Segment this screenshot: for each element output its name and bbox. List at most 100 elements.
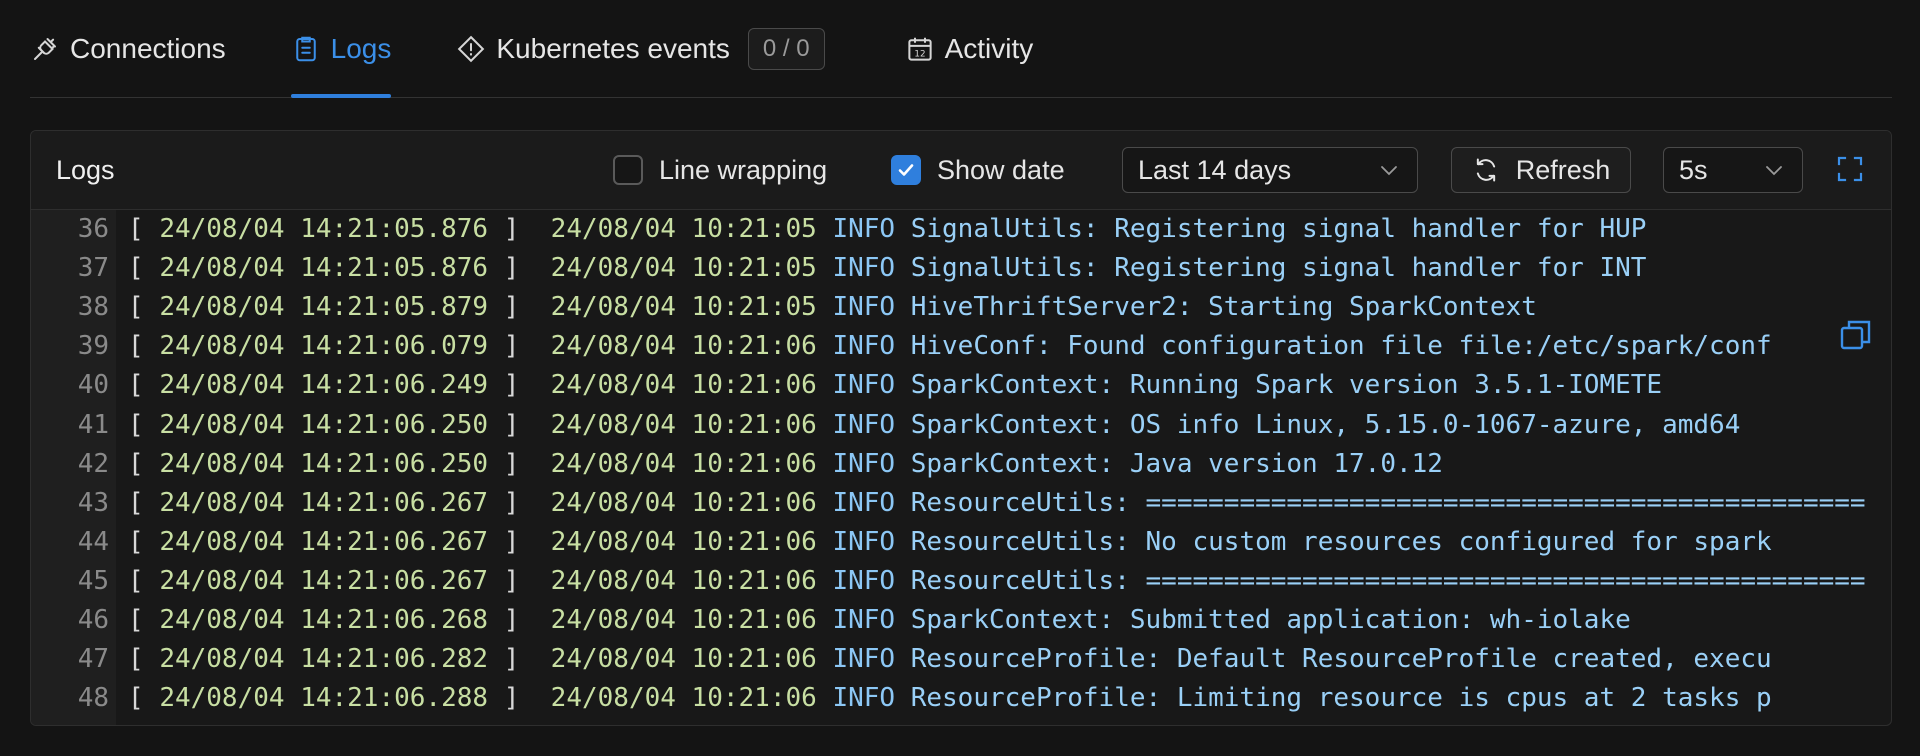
- tab-logs-label: Logs: [330, 32, 392, 64]
- log-source-time: 24/08/04 10:21:06: [550, 487, 817, 518]
- log-source-time: 24/08/04 10:21:05: [550, 214, 817, 244]
- bracket-open: [: [128, 487, 160, 518]
- log-source-time: 24/08/04 10:21:05: [550, 292, 817, 323]
- log-message: SignalUtils: Registering signal handler …: [910, 253, 1647, 284]
- tab-kubernetes-events[interactable]: Kubernetes events 0 / 0: [456, 0, 825, 97]
- log-line: 42 [ 24/08/04 14:21:06.250 ] 24/08/04 10:…: [31, 445, 1891, 484]
- bracket-close: ]: [488, 214, 551, 244]
- log-line: 38 [ 24/08/04 14:21:05.879 ] 24/08/04 10:…: [31, 288, 1891, 327]
- bracket-close: ]: [488, 409, 551, 440]
- bracket-close: ]: [488, 565, 551, 596]
- date-range-select[interactable]: Last 14 days: [1122, 147, 1418, 193]
- log-message: ResourceUtils: =========================…: [910, 565, 1866, 596]
- refresh-label: Refresh: [1515, 154, 1611, 185]
- tab-logs[interactable]: Logs: [290, 0, 392, 98]
- bracket-open: [: [128, 292, 160, 323]
- log-line: 40 [ 24/08/04 14:21:06.249 ] 24/08/04 10:…: [31, 366, 1891, 405]
- log-message: SparkContext: Java version 17.0.12: [910, 448, 1443, 479]
- chevron-down-icon: [1766, 166, 1782, 176]
- bracket-close: ]: [488, 253, 551, 284]
- refresh-button[interactable]: Refresh: [1451, 147, 1631, 193]
- log-message: SparkContext: Submitted application: wh-…: [910, 605, 1631, 635]
- line-number: 37: [77, 253, 109, 284]
- log-timestamp: 24/08/04 14:21:06.267: [159, 565, 489, 596]
- log-line: 43 [ 24/08/04 14:21:06.267 ] 24/08/04 10:…: [31, 484, 1891, 523]
- log-timestamp: 24/08/04 14:21:06.079: [159, 331, 489, 362]
- bracket-open: [: [128, 409, 160, 440]
- line-number: 42: [77, 448, 109, 479]
- line-number: 46: [77, 605, 109, 635]
- log-message: ResourceProfile: Default ResourceProfile…: [910, 644, 1772, 675]
- bracket-open: [: [128, 370, 160, 401]
- log-level: INFO: [832, 448, 896, 479]
- bracket-close: ]: [488, 292, 551, 323]
- clipboard-icon: [295, 36, 316, 61]
- log-line: 41 [ 24/08/04 14:21:06.250 ] 24/08/04 10:…: [31, 406, 1891, 445]
- diamond-alert-icon: [458, 35, 485, 62]
- bracket-open: [: [128, 605, 160, 635]
- refresh-icon: [1476, 158, 1495, 182]
- log-level: INFO: [832, 526, 896, 557]
- log-timestamp: 24/08/04 14:21:06.268: [159, 605, 489, 635]
- log-message: HiveThriftServer2: Starting SparkContext: [910, 292, 1537, 323]
- log-level: INFO: [832, 370, 896, 401]
- refresh-interval-select[interactable]: 5s: [1663, 147, 1803, 193]
- log-viewer[interactable]: 36 [ 24/08/04 14:21:05.876 ] 24/08/04 10:…: [31, 210, 1891, 725]
- log-level: INFO: [832, 605, 896, 635]
- tab-activity-label: Activity: [944, 32, 1034, 64]
- log-source-time: 24/08/04 10:21:06: [550, 448, 817, 479]
- log-timestamp: 24/08/04 14:21:06.267: [159, 487, 489, 518]
- log-level: INFO: [832, 214, 896, 244]
- log-timestamp: 24/08/04 14:21:06.288: [159, 683, 489, 714]
- date-range-value: Last 14 days: [1138, 154, 1292, 185]
- log-timestamp: 24/08/04 14:21:06.250: [159, 409, 489, 440]
- log-timestamp: 24/08/04 14:21:06.250: [159, 448, 489, 479]
- fullscreen-icon[interactable]: [1837, 156, 1863, 182]
- log-timestamp: 24/08/04 14:21:05.876: [159, 214, 489, 244]
- copy-icon[interactable]: [1839, 318, 1873, 352]
- log-timestamp: 24/08/04 14:21:05.876: [159, 253, 489, 284]
- line-number: 45: [77, 565, 109, 596]
- log-message: ResourceProfile: Limiting resource is cp…: [910, 683, 1772, 714]
- log-source-time: 24/08/04 10:21:06: [550, 565, 817, 596]
- bracket-close: ]: [488, 487, 551, 518]
- log-source-time: 24/08/04 10:21:06: [550, 644, 817, 675]
- refresh-interval-value: 5s: [1679, 154, 1708, 185]
- line-number: 44: [77, 526, 109, 557]
- events-count-badge: 0 / 0: [747, 27, 825, 70]
- line-wrapping-checkbox[interactable]: Line wrapping: [613, 155, 827, 186]
- log-line: 45 [ 24/08/04 14:21:06.267 ] 24/08/04 10:…: [31, 562, 1891, 601]
- tab-bar: Connections Logs Kubernetes events 0 / 0…: [30, 0, 1892, 98]
- log-source-time: 24/08/04 10:21:06: [550, 409, 817, 440]
- logs-toolbar: Logs Line wrapping Show date Last 14 day…: [31, 131, 1891, 210]
- log-level: INFO: [832, 487, 896, 518]
- log-line: 39 [ 24/08/04 14:21:06.079 ] 24/08/04 10:…: [31, 327, 1891, 366]
- tab-connections[interactable]: Connections: [30, 0, 226, 97]
- show-date-checkbox[interactable]: Show date: [891, 155, 1065, 186]
- bracket-open: [: [128, 331, 160, 362]
- log-timestamp: 24/08/04 14:21:06.267: [159, 526, 489, 557]
- show-date-label: Show date: [937, 154, 1065, 185]
- log-level: INFO: [832, 683, 896, 714]
- bracket-close: ]: [488, 644, 551, 675]
- bracket-open: [: [128, 448, 160, 479]
- log-source-time: 24/08/04 10:21:06: [550, 605, 817, 635]
- log-line: 48 [ 24/08/04 14:21:06.288 ] 24/08/04 10:…: [31, 679, 1891, 718]
- log-level: INFO: [832, 409, 896, 440]
- bracket-close: ]: [488, 605, 551, 635]
- log-message: SparkContext: OS info Linux, 5.15.0-1067…: [910, 409, 1741, 440]
- log-timestamp: 24/08/04 14:21:06.249: [159, 370, 489, 401]
- log-line: 46 [ 24/08/04 14:21:06.268 ] 24/08/04 10:…: [31, 601, 1891, 640]
- panel-title: Logs: [56, 154, 115, 185]
- log-level: INFO: [832, 253, 896, 284]
- bracket-open: [: [128, 683, 160, 714]
- checkbox-unchecked-icon[interactable]: [613, 155, 643, 185]
- log-line: 36 [ 24/08/04 14:21:05.876 ] 24/08/04 10:…: [31, 210, 1891, 249]
- bracket-open: [: [128, 565, 160, 596]
- log-line: 47 [ 24/08/04 14:21:06.282 ] 24/08/04 10:…: [31, 640, 1891, 679]
- bracket-open: [: [128, 214, 160, 244]
- log-line: 37 [ 24/08/04 14:21:05.876 ] 24/08/04 10:…: [31, 249, 1891, 288]
- log-message: SignalUtils: Registering signal handler …: [910, 214, 1647, 244]
- checkbox-checked-icon[interactable]: [891, 155, 921, 185]
- tab-activity[interactable]: 12 Activity: [905, 0, 1034, 97]
